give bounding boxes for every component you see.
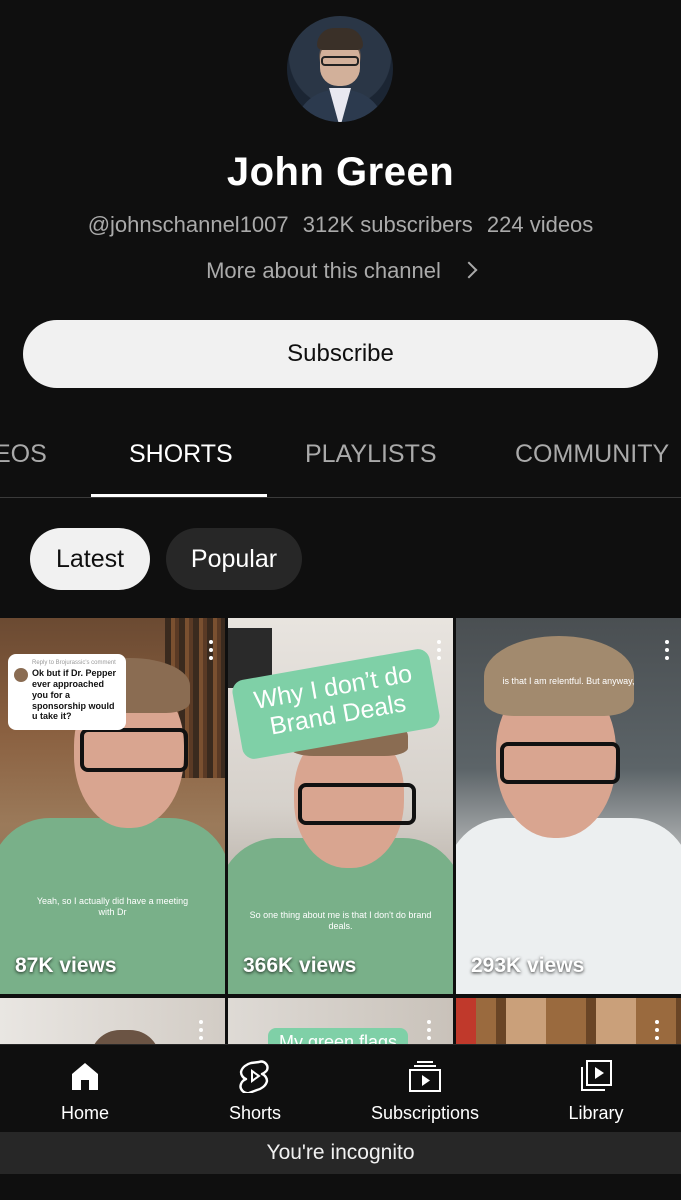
short-caption: is that I am relentful. But anyway,: [502, 676, 635, 686]
channel-tabs: EOS SHORTS PLAYLISTS COMMUNITY: [0, 420, 681, 498]
chip-latest[interactable]: Latest: [30, 528, 150, 590]
short-caption: Yeah, so I actually did have a meeting w…: [36, 896, 189, 917]
chip-popular[interactable]: Popular: [166, 528, 302, 590]
subscriptions-icon: [409, 1061, 441, 1092]
nav-home[interactable]: Home: [0, 1045, 170, 1133]
more-options-icon[interactable]: [665, 640, 669, 660]
more-options-icon[interactable]: [427, 1020, 431, 1040]
tab-videos[interactable]: EOS: [0, 440, 47, 469]
subscribe-button[interactable]: Subscribe: [23, 320, 658, 388]
view-count: 293K views: [471, 954, 585, 977]
short-card[interactable]: [456, 998, 681, 1044]
more-options-icon[interactable]: [199, 1020, 203, 1040]
view-count: 366K views: [243, 954, 357, 977]
home-icon: [72, 1063, 98, 1090]
view-count: 87K views: [15, 954, 117, 977]
library-icon: [581, 1060, 612, 1091]
comment-overlay: Reply to Brojurassic's comment Ok but if…: [8, 654, 126, 730]
short-card[interactable]: Reply to Brojurassic's comment Ok but if…: [0, 618, 225, 994]
video-count: 224 videos: [486, 212, 594, 237]
shorts-icon: [239, 1060, 269, 1093]
nav-subscriptions-label: Subscriptions: [370, 1103, 480, 1123]
more-about-label: More about this channel: [206, 258, 441, 283]
nav-subscriptions[interactable]: Subscriptions: [340, 1045, 510, 1133]
chevron-right-icon: [460, 261, 478, 279]
short-card[interactable]: [0, 998, 225, 1044]
more-options-icon[interactable]: [655, 1020, 659, 1040]
nav-shorts[interactable]: Shorts: [170, 1045, 340, 1133]
short-title-card: My green flags: [268, 1028, 408, 1044]
incognito-banner[interactable]: You're incognito: [0, 1132, 681, 1174]
more-options-icon[interactable]: [437, 640, 441, 660]
channel-name: John Green: [226, 150, 455, 194]
short-card[interactable]: My green flags: [228, 998, 453, 1044]
more-about-channel-link[interactable]: More about this channel: [0, 258, 681, 284]
nav-home-label: Home: [60, 1103, 109, 1123]
comment-reply-label: Reply to Brojurassic's comment: [32, 660, 116, 666]
short-caption: So one thing about me is that I don't do…: [249, 910, 432, 931]
system-bottom-strip: [0, 1174, 681, 1200]
tab-shorts[interactable]: SHORTS: [129, 440, 233, 469]
channel-handle: @johnschannel1007: [87, 212, 289, 237]
comment-question: Ok but if Dr. Pepper ever approached you…: [32, 668, 117, 722]
channel-avatar[interactable]: [287, 16, 393, 122]
active-tab-indicator: [91, 494, 267, 497]
channel-meta: @johnschannel1007 312K subscribers 224 v…: [0, 212, 681, 238]
tab-community[interactable]: COMMUNITY: [515, 440, 669, 469]
nav-library-label: Library: [568, 1103, 624, 1123]
more-options-icon[interactable]: [209, 640, 213, 660]
nav-library[interactable]: Library: [511, 1045, 681, 1133]
subscriber-count: 312K subscribers: [302, 212, 473, 237]
bottom-navigation: Home Shorts Subscriptions Library: [0, 1044, 681, 1132]
short-card[interactable]: is that I am relentful. But anyway, 293K…: [456, 618, 681, 994]
short-card[interactable]: Why I don’t do Brand Deals So one thing …: [228, 618, 453, 994]
tab-playlists[interactable]: PLAYLISTS: [305, 440, 437, 469]
nav-shorts-label: Shorts: [228, 1103, 282, 1123]
